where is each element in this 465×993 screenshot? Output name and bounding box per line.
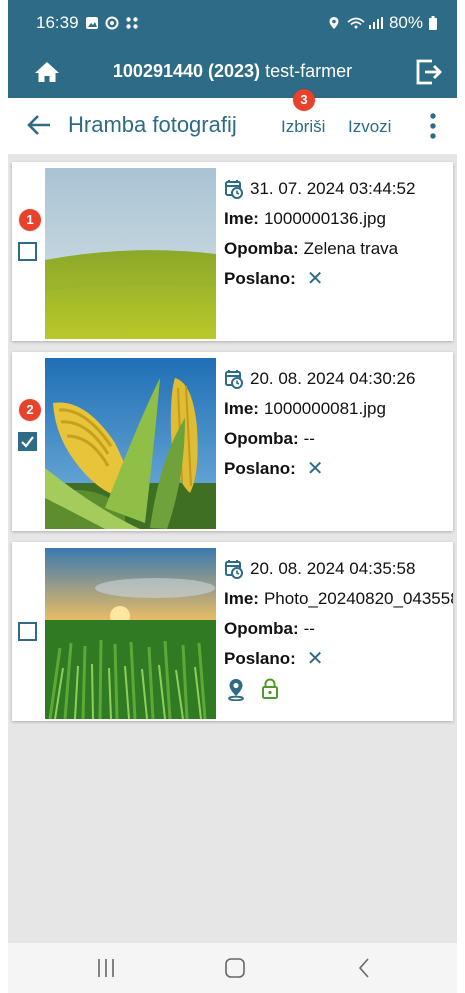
annotation-badge-2: 2: [19, 399, 41, 421]
header-title: 100291440 (2023) test-farmer: [8, 61, 457, 82]
gallery-notification-icon: [85, 17, 98, 29]
screen-title: Hramba fotografij: [68, 112, 237, 137]
photo-name: Photo_20240820_043558: [263, 589, 453, 608]
back-arrow-icon[interactable]: [26, 112, 52, 138]
photo-info: 20. 08. 2024 04:30:26 Ime: 1000000081.jpg…: [224, 364, 453, 484]
close-icon: ✕: [306, 268, 324, 290]
sent-label: Poslano:: [224, 269, 296, 288]
location-status-icon: [329, 17, 339, 29]
photo-date: 20. 08. 2024 04:30:26: [250, 369, 416, 388]
user-name: test-farmer: [265, 61, 353, 81]
name-label: Ime:: [224, 589, 259, 608]
lock-icon[interactable]: [260, 677, 280, 701]
sent-label: Poslano:: [224, 649, 296, 668]
wifi-signal-icon: [347, 17, 383, 29]
more-options-icon[interactable]: [428, 112, 438, 140]
system-navigation-bar: [8, 943, 457, 993]
photo-note: Zelena trava: [303, 239, 399, 258]
sync-notification-icon: [105, 16, 119, 30]
note-label: Opomba:: [224, 429, 299, 448]
photo-note: --: [303, 619, 315, 638]
calendar-clock-icon: [225, 560, 243, 579]
logout-icon[interactable]: [415, 58, 443, 86]
photo-checkbox[interactable]: [18, 242, 37, 261]
photo-card: 1 31. 07. 2024 03:44:52 Ime: 1000000136.j…: [12, 162, 453, 341]
photo-thumbnail-corn[interactable]: [45, 358, 216, 529]
photo-date: 31. 07. 2024 03:44:52: [250, 179, 416, 198]
annotation-badge-3: 3: [293, 89, 315, 111]
note-label: Opomba:: [224, 619, 299, 638]
status-time: 16:39: [36, 13, 79, 32]
photo-note: --: [303, 429, 315, 448]
name-label: Ime:: [224, 399, 259, 418]
photo-checkbox[interactable]: [18, 622, 37, 641]
photo-info: 20. 08. 2024 04:35:58 Ime: Photo_20240820…: [224, 554, 453, 704]
status-right: 80%: [327, 13, 437, 33]
photo-date: 20. 08. 2024 04:35:58: [250, 559, 416, 578]
close-icon: ✕: [306, 648, 324, 670]
status-bar: 16:39 80%: [8, 0, 457, 46]
photo-thumbnail-sunset-field[interactable]: [45, 548, 216, 719]
delete-button[interactable]: Izbriši: [281, 117, 325, 137]
farm-id: 100291440 (2023): [112, 61, 261, 81]
photo-thumbnail-grass[interactable]: [45, 168, 216, 339]
back-nav-icon[interactable]: [357, 957, 371, 979]
name-label: Ime:: [224, 209, 259, 228]
annotation-badge-1: 1: [19, 209, 41, 231]
photo-card: 2 20. 08. 2024 04:30:26 Ime: 1000000081.…: [12, 352, 453, 531]
checkmark-icon: [21, 436, 34, 448]
photo-list: 1 31. 07. 2024 03:44:52 Ime: 1000000136.j…: [8, 154, 457, 943]
calendar-clock-icon: [225, 370, 243, 389]
battery-percent: 80%: [388, 13, 423, 32]
note-label: Opomba:: [224, 239, 299, 258]
export-button[interactable]: Izvozi: [348, 117, 391, 137]
status-left: 16:39: [36, 13, 139, 33]
close-icon: ✕: [306, 458, 324, 480]
screen-toolbar: Hramba fotografij Izbriši Izvozi 3: [8, 89, 457, 155]
photo-card: 20. 08. 2024 04:35:58 Ime: Photo_20240820…: [12, 542, 453, 721]
sent-label: Poslano:: [224, 459, 296, 478]
photo-info: 31. 07. 2024 03:44:52 Ime: 1000000136.jpg…: [224, 174, 453, 294]
home-nav-icon[interactable]: [224, 957, 246, 979]
recent-apps-icon[interactable]: [96, 957, 116, 979]
photo-name: 1000000136.jpg: [263, 209, 386, 228]
apps-notification-icon: [125, 17, 138, 29]
calendar-clock-icon: [225, 180, 243, 199]
battery-icon: [429, 16, 437, 30]
app-bar: 100291440 (2023) test-farmer: [8, 46, 457, 98]
location-pin-icon[interactable]: [226, 677, 246, 701]
photo-name: 1000000081.jpg: [263, 399, 386, 418]
photo-checkbox[interactable]: [18, 432, 37, 451]
